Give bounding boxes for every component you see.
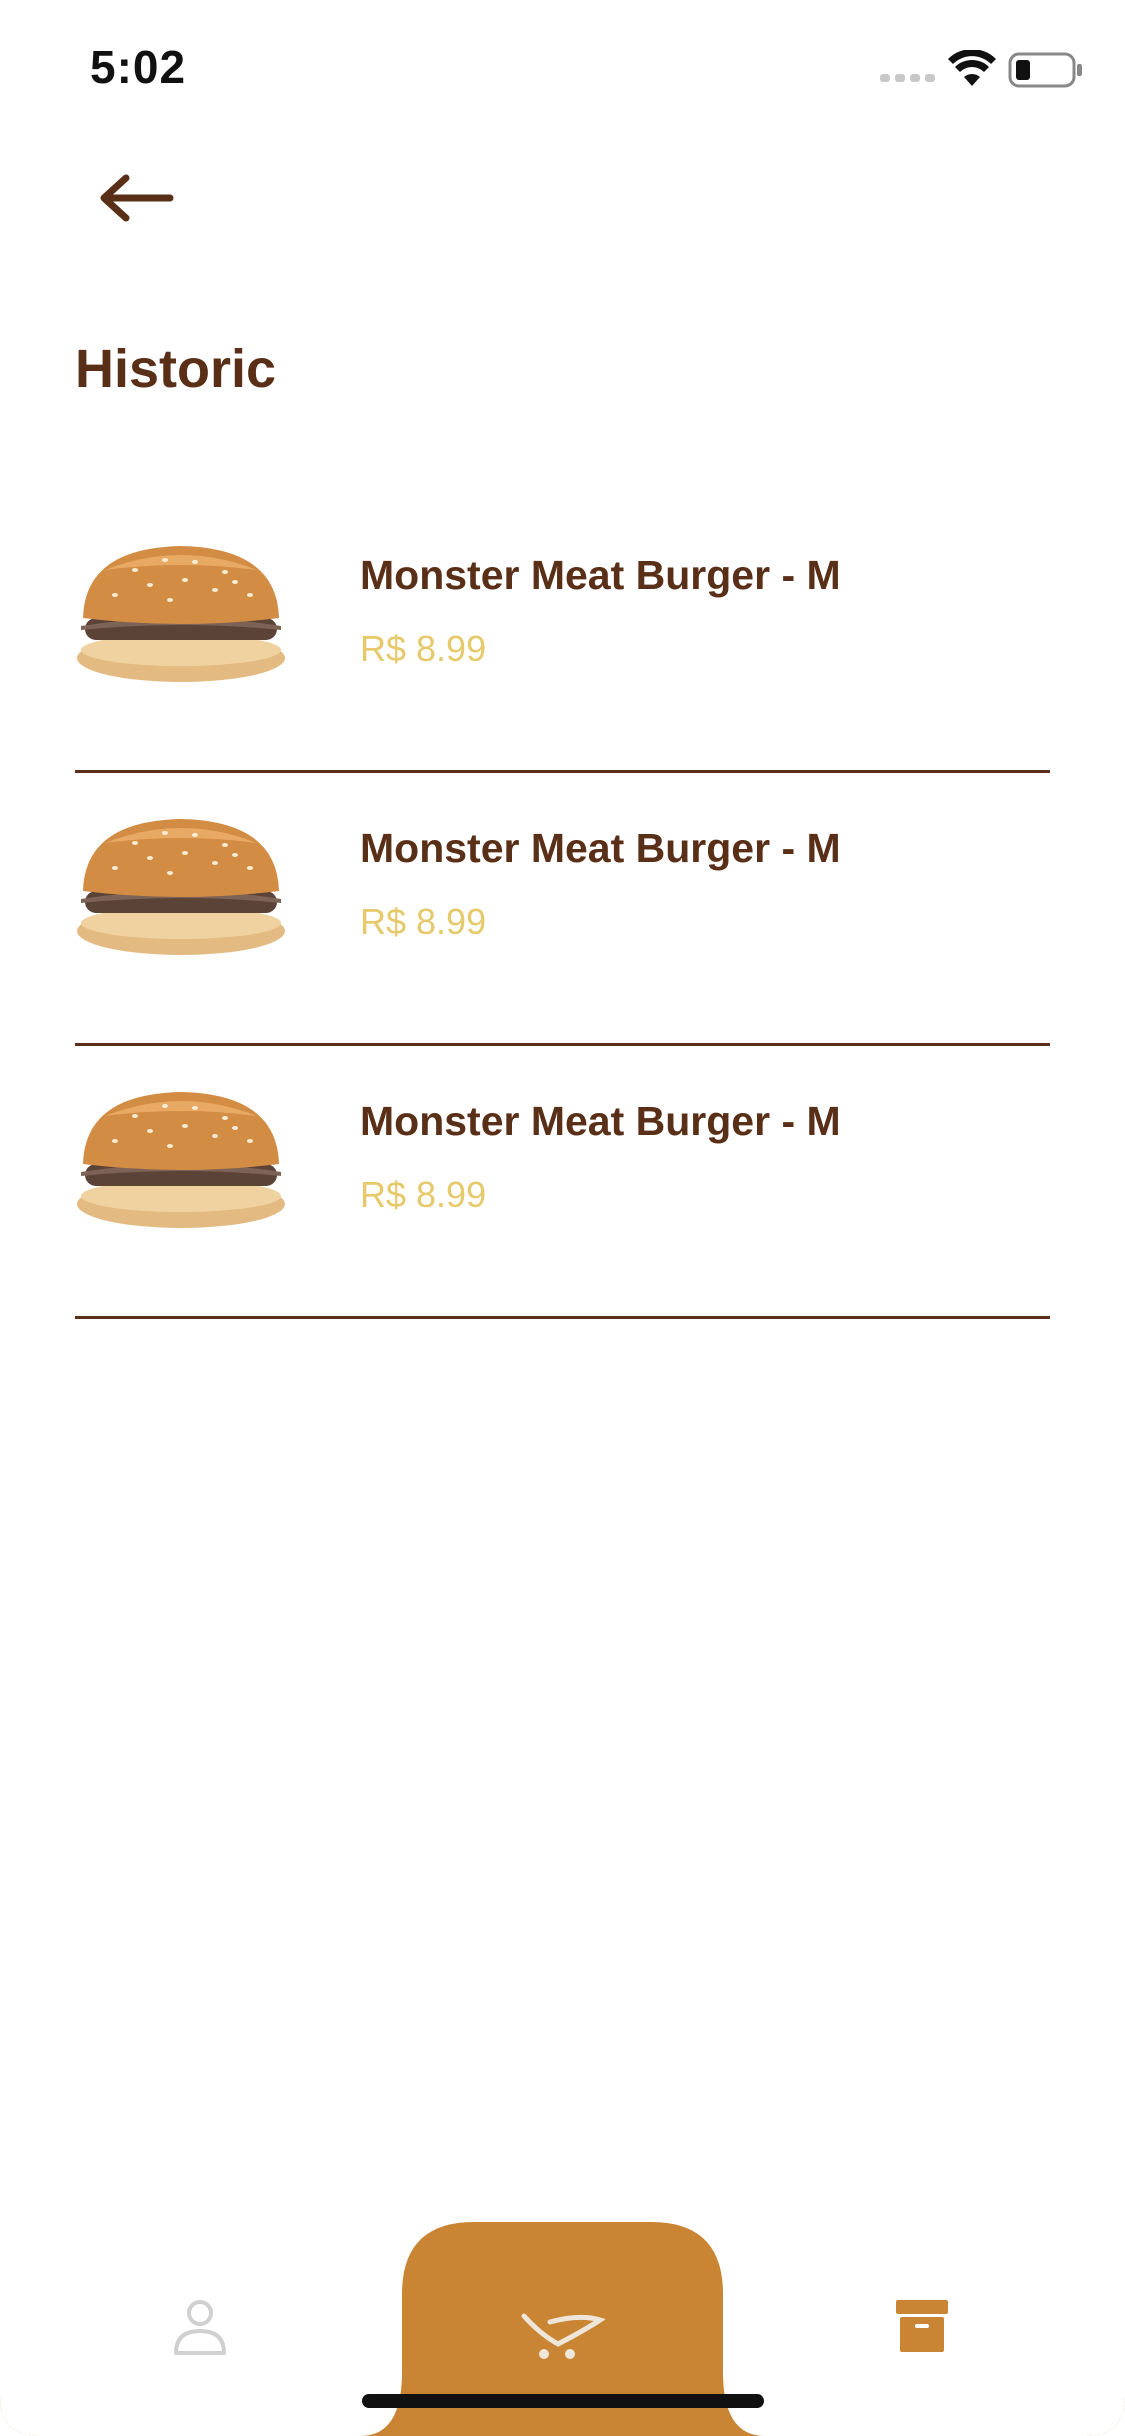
list-item[interactable]: Monster Meat Burger - M R$ 8.99	[75, 500, 1050, 773]
signal-icon	[880, 74, 935, 82]
status-bar: 5:02	[0, 0, 1125, 140]
item-price: R$ 8.99	[360, 901, 487, 942]
burger-image	[77, 819, 285, 955]
archive-icon[interactable]	[896, 2300, 948, 2352]
back-arrow-icon[interactable]	[96, 170, 176, 226]
battery-icon	[1008, 52, 1082, 88]
burger-image	[77, 546, 285, 682]
user-icon[interactable]	[170, 2297, 230, 2357]
history-list: Monster Meat Burger - M R$ 8.99 Monster …	[75, 500, 1050, 1319]
screen: 5:02 Historic Monster Meat Burger - M R$…	[0, 0, 1125, 2436]
status-time: 5:02	[90, 41, 187, 93]
item-name: Monster Meat Burger - M	[360, 552, 841, 598]
item-name: Monster Meat Burger - M	[360, 825, 841, 871]
home-indicator	[362, 2394, 764, 2408]
list-item[interactable]: Monster Meat Burger - M R$ 8.99	[75, 773, 1050, 1046]
page-title: Historic	[75, 339, 277, 399]
item-name: Monster Meat Burger - M	[360, 1098, 841, 1144]
burger-image	[77, 1092, 285, 1228]
list-item[interactable]: Monster Meat Burger - M R$ 8.99	[75, 1046, 1050, 1319]
item-price: R$ 8.99	[360, 628, 487, 669]
wifi-icon	[948, 50, 996, 86]
item-price: R$ 8.99	[360, 1174, 487, 1215]
